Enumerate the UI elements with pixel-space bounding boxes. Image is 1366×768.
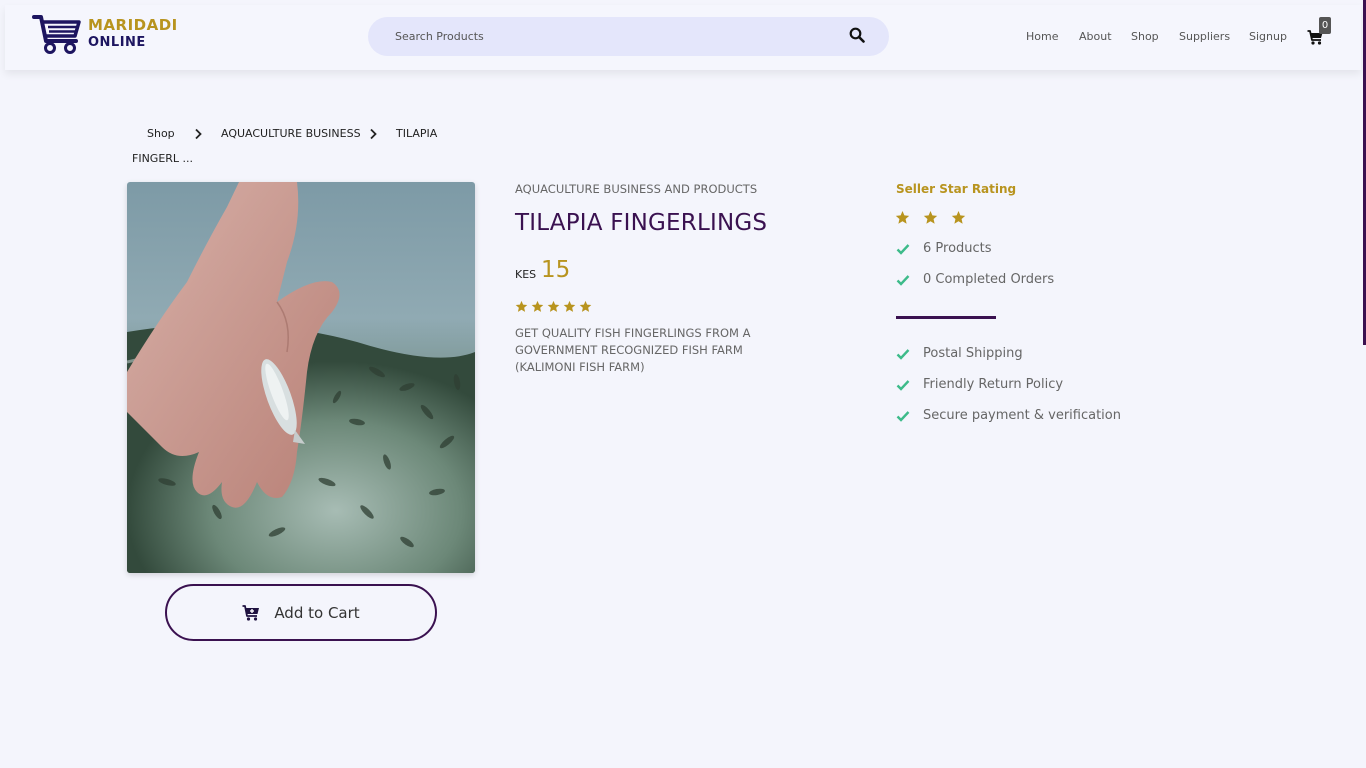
search-button[interactable] (849, 27, 867, 45)
star-icon (923, 210, 938, 224)
cart-logo-icon (32, 14, 81, 54)
cart-count-badge: 0 (1319, 17, 1331, 34)
feature-row: Postal Shipping (896, 346, 1023, 361)
product-rating (515, 300, 592, 313)
product-image[interactable] (127, 182, 475, 573)
feature-row: Secure payment & verification (896, 408, 1121, 423)
star-icon (547, 300, 560, 312)
search-bar (368, 17, 889, 56)
seller-star-rating (895, 210, 966, 225)
feature-return-policy: Friendly Return Policy (923, 377, 1064, 392)
nav-about[interactable]: About (1079, 30, 1112, 43)
star-icon (563, 300, 576, 312)
feature-secure-payment: Secure payment & verification (923, 408, 1121, 423)
star-icon (951, 210, 966, 224)
seller-divider (896, 316, 996, 319)
feature-row: Friendly Return Policy (896, 377, 1063, 392)
star-icon (531, 300, 544, 312)
check-icon (896, 243, 910, 255)
logo-line1: MARIDADI (88, 15, 178, 34)
check-icon (896, 274, 910, 286)
site-logo[interactable]: MARIDADI ONLINE (32, 11, 182, 56)
product-title: TILAPIA FINGERLINGS (515, 210, 768, 236)
nav-shop[interactable]: Shop (1131, 30, 1159, 43)
nav-home[interactable]: Home (1026, 30, 1058, 43)
cart-plus-icon (242, 604, 260, 621)
check-icon (896, 379, 910, 391)
check-icon (896, 410, 910, 422)
fingerlings-photo (127, 182, 475, 573)
search-icon (849, 27, 865, 43)
star-icon (895, 210, 910, 224)
seller-orders-row: 0 Completed Orders (896, 272, 1054, 287)
search-input[interactable] (368, 17, 828, 56)
star-icon (579, 300, 592, 312)
breadcrumb-product-line2: FINGERL ... (132, 152, 194, 165)
check-icon (896, 348, 910, 360)
feature-postal-shipping: Postal Shipping (923, 346, 1023, 361)
chevron-right-icon (370, 128, 377, 140)
price-currency: KES (515, 268, 537, 281)
star-icon (515, 300, 528, 312)
add-to-cart-button[interactable]: Add to Cart (165, 584, 437, 641)
product-description: GET QUALITY FISH FINGERLINGS FROM A GOVE… (515, 326, 751, 374)
product-category[interactable]: AQUACULTURE BUSINESS AND PRODUCTS (515, 182, 757, 196)
seller-products-row: 6 Products (896, 241, 992, 256)
breadcrumb-shop[interactable]: Shop (147, 127, 175, 140)
breadcrumb-category[interactable]: AQUACULTURE BUSINESS (221, 127, 361, 140)
nav-signup[interactable]: Signup (1249, 30, 1287, 43)
nav-suppliers[interactable]: Suppliers (1179, 30, 1230, 43)
logo-line2: ONLINE (88, 34, 146, 50)
seller-orders-count: 0 Completed Orders (923, 272, 1055, 287)
chevron-right-icon (195, 128, 202, 140)
product-price: 15 (541, 257, 571, 283)
add-to-cart-label: Add to Cart (274, 603, 360, 622)
seller-rating-title: Seller Star Rating (896, 182, 1017, 196)
logo-text: MARIDADI ONLINE (88, 15, 178, 51)
seller-products-count: 6 Products (923, 241, 992, 256)
breadcrumb-product-line1: TILAPIA (396, 127, 438, 140)
